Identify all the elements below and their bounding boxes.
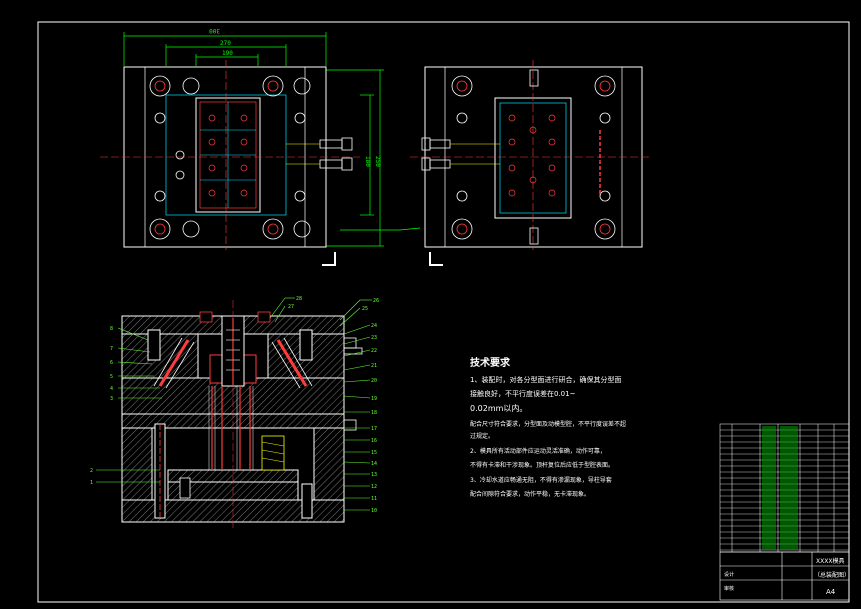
svg-text:24: 24 [371,323,377,329]
tech-line-5: 过规定。 [470,432,494,440]
svg-text:26: 26 [373,298,379,304]
svg-text:8: 8 [110,326,113,332]
svg-text:13: 13 [371,472,377,478]
svg-text:21: 21 [371,363,377,369]
svg-text:20: 20 [371,378,377,384]
svg-text:12: 12 [371,484,377,490]
title-check: 审核 [724,585,734,592]
svg-text:15: 15 [371,450,377,456]
plan-view-right [410,60,650,266]
dim-top-width: 300 [209,27,220,34]
svg-text:3: 3 [110,396,113,402]
svg-text:2: 2 [90,468,93,474]
title-subtitle: （总装配图） [814,571,850,579]
svg-text:14: 14 [371,461,377,467]
svg-text:11: 11 [371,496,377,502]
svg-text:10: 10 [371,508,377,514]
svg-text:6: 6 [110,360,113,366]
svg-text:27: 27 [288,304,294,310]
tech-line-9: 配合间隙符合要求，动作平稳，无卡滞现象。 [470,490,590,498]
svg-text:5: 5 [110,374,113,380]
svg-text:19: 19 [371,396,377,402]
svg-text:4: 4 [110,386,113,392]
svg-text:18: 18 [371,410,377,416]
tech-line-1: 1、装配时，对各分型面进行研合，确保其分型面 [470,375,621,384]
tech-line-6: 2、模具所有活动部件应运动灵活准确，动作可靠， [470,447,606,455]
svg-text:22: 22 [371,348,377,354]
title-designer: 设计 [724,571,734,578]
dim-inner-width: 190 [222,50,233,57]
svg-text:17: 17 [371,426,377,432]
dim-right-height: 250 [374,156,381,167]
tech-requirements: 技术要求 1、装配时，对各分型面进行研合，确保其分型面 接触良好，不平行度误差在… [470,356,626,498]
title-name: XXXX模具 [816,557,844,565]
svg-text:25: 25 [362,306,368,312]
dim-inner-height: 180 [364,156,371,167]
tech-line-2: 接触良好，不平行度误差在0.01~ [470,389,576,398]
svg-text:28: 28 [296,296,302,302]
tech-line-3: 0.02mm以内。 [470,403,527,413]
cad-drawing: 300 270 190 250 180 28 27 26 25 24 23 22… [37,21,850,603]
section-view [121,300,363,530]
tech-heading: 技术要求 [470,356,511,369]
plan-view-left: 300 270 190 250 180 [100,27,421,266]
svg-text:23: 23 [371,335,377,341]
svg-text:7: 7 [110,346,113,352]
tech-line-7: 不得有卡滞和干涉现象。顶杆复位后应低于型腔表面。 [470,461,614,469]
bom-fill [762,426,798,550]
title-sheet-size: A4 [826,588,836,596]
tech-line-4: 配合尺寸符合要求，分型面及动模型腔，不平行度误差不超 [470,420,626,428]
svg-text:1: 1 [90,480,93,486]
dim-mid-width: 270 [220,40,231,47]
svg-text:16: 16 [371,438,377,444]
tech-line-8: 3、冷却水道应畅通无阻，不得有渗漏现象，导柱导套 [470,476,612,484]
